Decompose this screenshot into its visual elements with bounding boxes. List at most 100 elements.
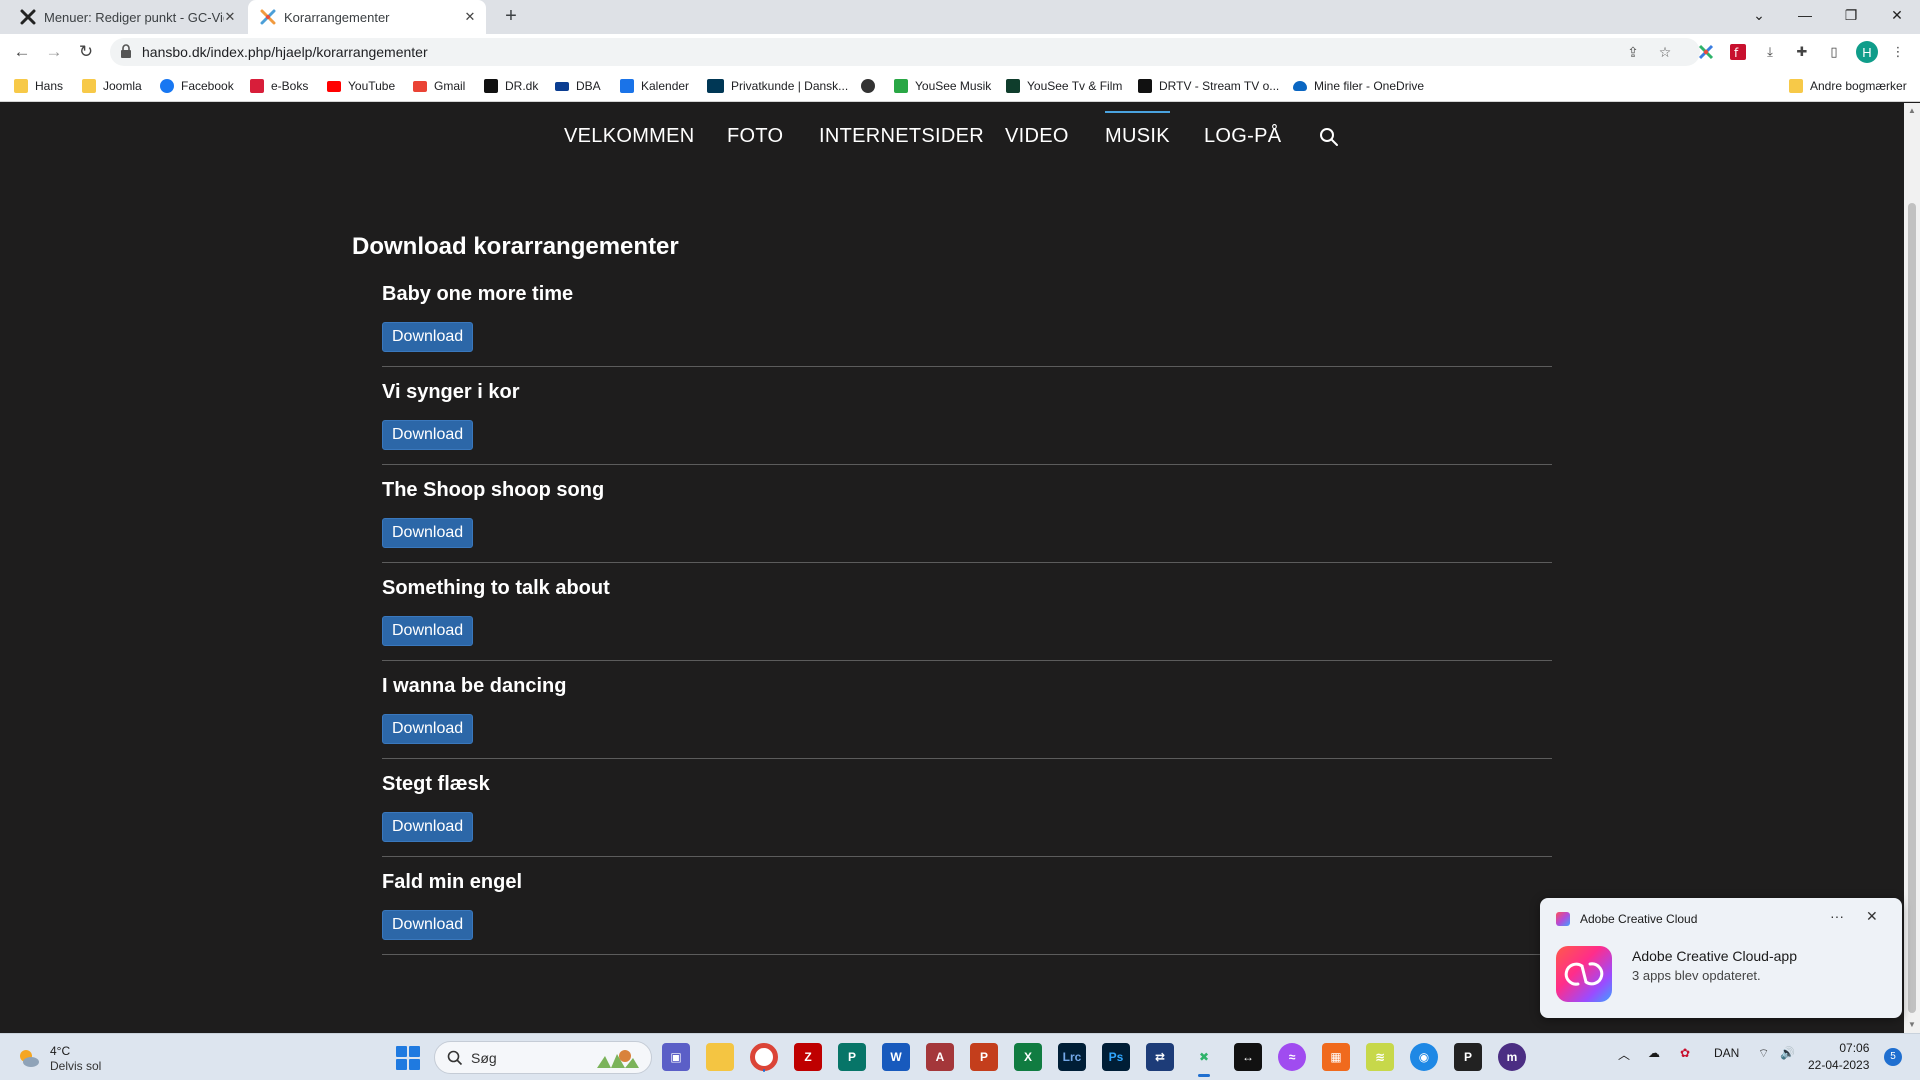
nav-velkommen[interactable]: VELKOMMEN	[564, 125, 695, 148]
close-window-icon[interactable]: ✕	[1874, 0, 1920, 30]
bookmark-yousee-tv[interactable]: YouSee Tv & Film	[1006, 77, 1122, 95]
tab-close-button[interactable]: ✕	[222, 9, 238, 25]
nav-internetsider[interactable]: INTERNETSIDER	[819, 125, 984, 148]
bookmark-facebook[interactable]: Facebook	[160, 77, 234, 95]
extension-kaleidoscope-icon[interactable]	[1696, 42, 1716, 62]
transfer-icon[interactable]: ⇄	[1146, 1043, 1174, 1071]
kaleidoscope-app-icon[interactable]: ✖	[1190, 1043, 1218, 1077]
minimize-icon[interactable]: —	[1782, 0, 1828, 30]
tab-korarrangementer[interactable]: Korarrangementer ✕	[248, 0, 486, 34]
start-button[interactable]	[396, 1046, 420, 1070]
bookmark-gmail[interactable]: Gmail	[413, 77, 465, 95]
tab-label: Menuer: Rediger punkt - GC-Vid…	[44, 9, 224, 25]
system-clock[interactable]: 07:06 22-04-2023	[1808, 1040, 1869, 1074]
creative-cloud-tray-icon[interactable]: ✿	[1680, 1046, 1690, 1060]
list-item: Baby one more time Download	[382, 283, 1552, 367]
bookmark-dba[interactable]: DBA	[555, 77, 601, 95]
scrollbar-thumb[interactable]	[1908, 203, 1916, 1013]
powerpoint-icon[interactable]: P	[970, 1043, 998, 1071]
tray-overflow-chevron-icon[interactable]: ︿	[1618, 1046, 1630, 1063]
item-title: Something to talk about	[382, 577, 610, 599]
excel-icon[interactable]: X	[1014, 1043, 1042, 1071]
tab-close-button[interactable]: ✕	[462, 9, 478, 25]
wifi-icon[interactable]: ⌔	[1758, 1046, 1769, 1061]
word-icon[interactable]: W	[882, 1043, 910, 1071]
bookmark-privatkunde[interactable]: Privatkunde | Dansk...	[707, 77, 848, 95]
taskbar-search[interactable]: Søg	[434, 1041, 652, 1074]
lightroom-classic-icon[interactable]: Lrc	[1058, 1043, 1086, 1071]
item-title: The Shoop shoop song	[382, 479, 605, 501]
notification-more-button[interactable]: ···	[1830, 908, 1844, 924]
bookmark-eboks[interactable]: e-Boks	[250, 77, 308, 95]
onedrive-tray-icon[interactable]: ☁	[1648, 1046, 1660, 1060]
download-button[interactable]: Download	[382, 420, 474, 450]
back-icon[interactable]: ←	[10, 40, 34, 64]
page-scrollbar[interactable]: ▲ ▼	[1904, 103, 1920, 1033]
bookmark-dr[interactable]: DR.dk	[484, 77, 538, 95]
bookmark-joomla[interactable]: Joomla	[82, 77, 142, 95]
nav-musik[interactable]: MUSIK	[1105, 111, 1170, 148]
bookmark-star-icon[interactable]: ☆	[1656, 43, 1674, 61]
item-title: Vi synger i kor	[382, 381, 520, 403]
scroll-down-icon[interactable]: ▼	[1908, 1021, 1916, 1029]
download-button[interactable]: Download	[382, 910, 474, 940]
windows-taskbar: 4°C Delvis sol Søg ▣ Z P W A P X Lrc Ps …	[0, 1033, 1920, 1080]
file-explorer-icon[interactable]	[706, 1043, 734, 1071]
pdf-tool-icon[interactable]: P	[1454, 1043, 1482, 1071]
download-icon[interactable]: ⤓	[1760, 42, 1780, 62]
access-icon[interactable]: A	[926, 1043, 954, 1071]
bookmark-globe[interactable]	[861, 77, 882, 95]
download-button[interactable]: Download	[382, 518, 474, 548]
forward-icon[interactable]: →	[42, 40, 66, 64]
yousee-tv-icon	[1006, 79, 1020, 93]
search-icon[interactable]	[1318, 126, 1340, 148]
language-indicator[interactable]: DAN	[1714, 1046, 1739, 1060]
publisher-icon[interactable]: P	[838, 1043, 866, 1071]
tab-joomla-menu[interactable]: Menuer: Rediger punkt - GC-Vid… ✕	[10, 0, 246, 34]
chart-app-icon[interactable]: ≋	[1366, 1043, 1394, 1071]
download-button[interactable]: Download	[382, 812, 474, 842]
adobe-notification[interactable]: Adobe Creative Cloud ··· ✕ Adobe Creativ…	[1540, 898, 1902, 1018]
tab-search-chevron-icon[interactable]: ⌄	[1736, 0, 1782, 30]
dr-icon	[484, 79, 498, 93]
bookmark-onedrive[interactable]: Mine filer - OneDrive	[1293, 77, 1424, 95]
musescore-icon[interactable]: m	[1498, 1043, 1526, 1071]
address-bar[interactable]: hansbo.dk/index.php/hjaelp/korarrangemen…	[110, 38, 1700, 66]
bookmark-drtv[interactable]: DRTV - Stream TV o...	[1138, 77, 1279, 95]
extension-flash-icon[interactable]: f	[1728, 42, 1748, 62]
bookmark-youtube[interactable]: YouTube	[327, 77, 395, 95]
nav-video[interactable]: VIDEO	[1005, 125, 1069, 148]
bookmark-hans[interactable]: Hans	[14, 77, 63, 95]
nav-foto[interactable]: FOTO	[727, 125, 783, 148]
download-button[interactable]: Download	[382, 714, 474, 744]
download-button[interactable]: Download	[382, 322, 474, 352]
bookmark-yousee-musik[interactable]: YouSee Musik	[894, 77, 991, 95]
firefox-icon[interactable]: ◉	[1410, 1043, 1438, 1071]
bookmark-other[interactable]: Andre bogmærker	[1789, 77, 1907, 95]
restore-icon[interactable]: ❐	[1828, 0, 1874, 30]
office-app-icon[interactable]: ▦	[1322, 1043, 1350, 1071]
messenger-icon[interactable]: ≈	[1278, 1043, 1306, 1071]
main-content: Download korarrangementer Baby one more …	[352, 233, 1552, 969]
profile-avatar[interactable]: H	[1856, 41, 1878, 63]
reload-icon[interactable]: ↻	[74, 40, 98, 64]
lock-icon	[121, 44, 131, 58]
volume-icon[interactable]: 🔊	[1780, 1046, 1795, 1060]
side-panel-icon[interactable]: ▯	[1824, 42, 1844, 62]
share-icon[interactable]: ⇪	[1624, 43, 1642, 61]
notification-close-button[interactable]: ✕	[1866, 908, 1878, 925]
chrome-icon[interactable]	[750, 1043, 778, 1072]
notification-badge[interactable]: 5	[1884, 1048, 1902, 1066]
photoshop-icon[interactable]: Ps	[1102, 1043, 1130, 1071]
extensions-puzzle-icon[interactable]: ✚	[1792, 42, 1812, 62]
download-button[interactable]: Download	[382, 616, 474, 646]
filezilla-icon[interactable]: Z	[794, 1043, 822, 1071]
menu-kebab-icon[interactable]: ⋮	[1888, 42, 1908, 62]
teamviewer-icon[interactable]: ↔	[1234, 1043, 1262, 1071]
nav-log-paa[interactable]: LOG-PÅ	[1204, 125, 1281, 148]
teams-chat-icon[interactable]: ▣	[662, 1043, 690, 1071]
windows-logo-tile	[409, 1059, 420, 1070]
bookmark-kalender[interactable]: Kalender	[620, 77, 689, 95]
new-tab-button[interactable]: +	[500, 6, 522, 28]
scroll-up-icon[interactable]: ▲	[1908, 107, 1916, 115]
